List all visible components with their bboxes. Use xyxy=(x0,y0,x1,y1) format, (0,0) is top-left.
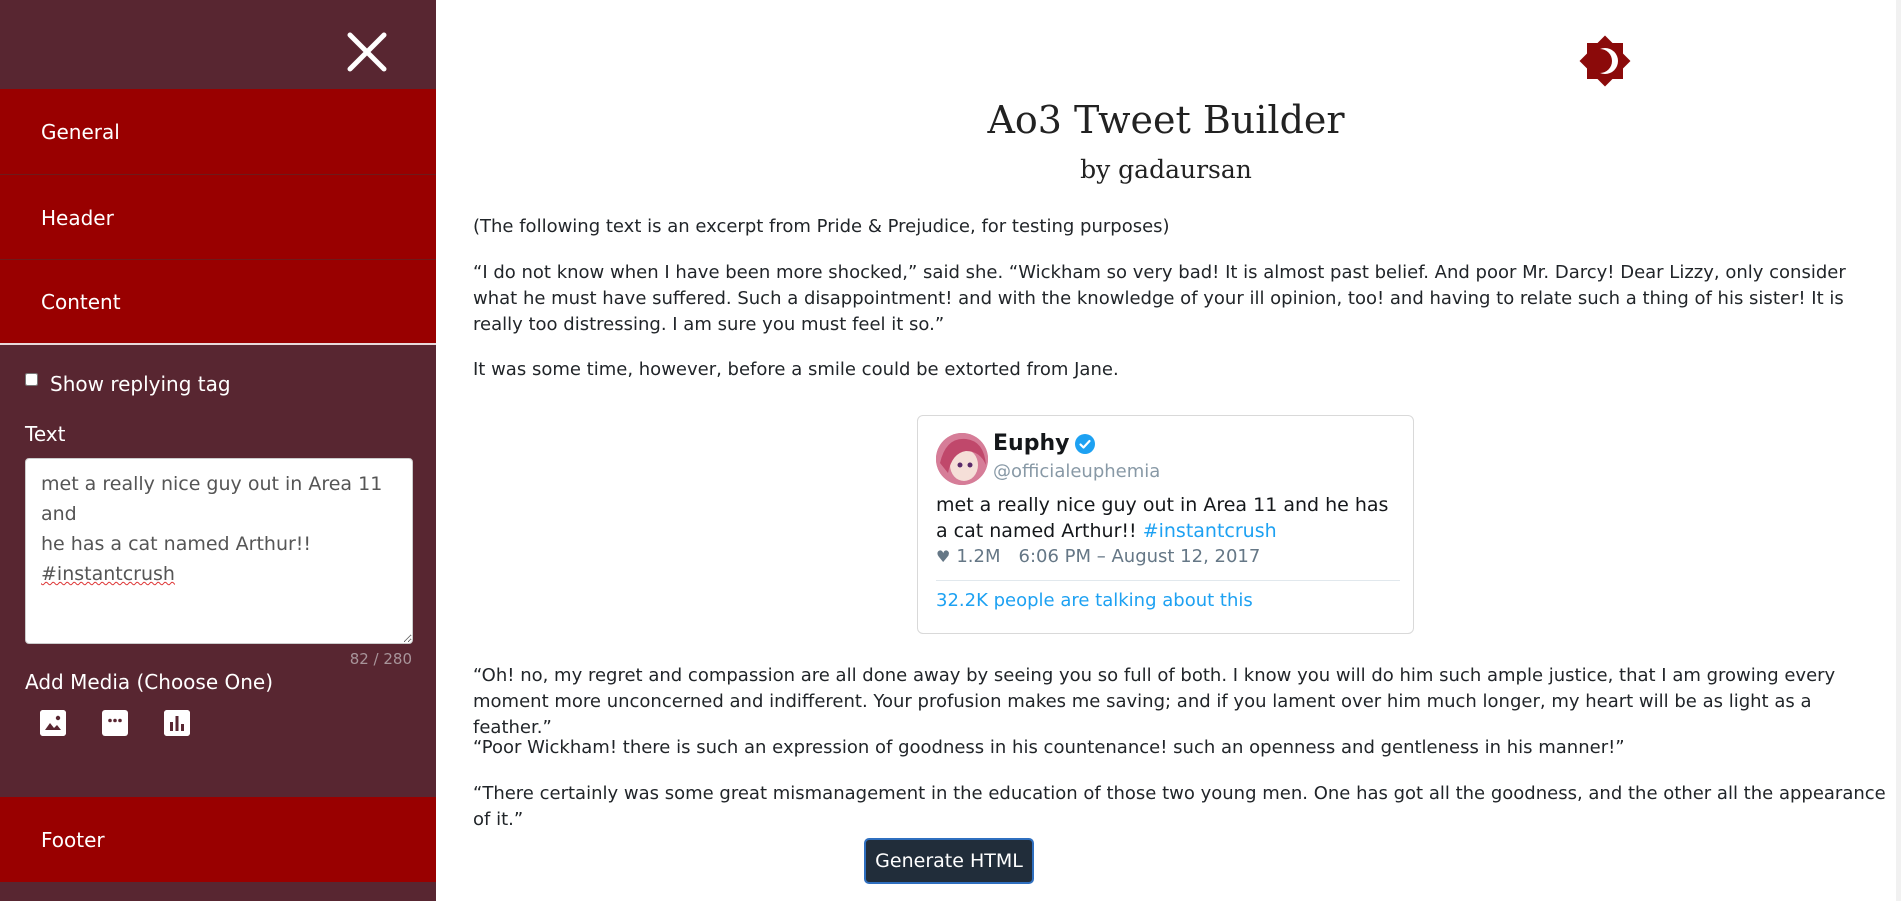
paragraph: (The following text is an excerpt from P… xyxy=(473,216,1170,237)
theme-toggle-button[interactable] xyxy=(1576,32,1634,90)
nav-general-label: General xyxy=(41,119,120,144)
quote-icon xyxy=(104,712,126,734)
heart-icon: ♥ xyxy=(936,547,951,566)
paragraph: It was some time, however, before a smil… xyxy=(473,359,1119,380)
tweet-card: Euphy @officialeuphemia met a really nic… xyxy=(917,415,1414,634)
nav-content-label: Content xyxy=(41,289,121,314)
page-subtitle: by gadaursan xyxy=(1080,155,1252,184)
avatar xyxy=(936,433,988,485)
generate-html-button[interactable]: Generate HTML xyxy=(864,838,1034,884)
verified-icon xyxy=(1075,433,1096,454)
nav-footer[interactable]: Footer xyxy=(0,797,436,882)
tweet-author-name: Euphy xyxy=(993,431,1096,456)
nav-header-label: Header xyxy=(41,205,114,230)
tweet-text: met a really nice guy out in Area 11 and… xyxy=(936,492,1396,544)
nav-footer-label: Footer xyxy=(41,827,105,852)
text-line-hashtag: #instantcrush xyxy=(41,563,175,585)
image-icon xyxy=(40,710,66,736)
char-counter: 82 / 280 xyxy=(349,650,412,668)
sidebar: General Header Content Show replying tag… xyxy=(0,0,436,901)
close-icon xyxy=(347,32,387,72)
text-line: he has a cat named Arthur!! xyxy=(41,533,312,555)
divider xyxy=(936,580,1400,581)
text-line: met a really nice guy out in Area 11 and xyxy=(41,473,383,525)
add-quote-button[interactable] xyxy=(102,710,128,736)
add-poll-button[interactable] xyxy=(164,710,190,736)
scrollbar[interactable] xyxy=(1896,0,1901,901)
avatar-image xyxy=(936,433,988,485)
add-image-button[interactable] xyxy=(40,710,66,736)
replying-tag-option[interactable]: Show replying tag xyxy=(25,372,231,396)
tweet-text-input[interactable]: met a really nice guy out in Area 11 and… xyxy=(25,458,413,644)
dark-mode-icon xyxy=(1579,35,1631,87)
tweet-timestamp: 6:06 PM – August 12, 2017 xyxy=(1018,546,1261,567)
paragraph: “Poor Wickham! there is such an expressi… xyxy=(473,737,1625,758)
paragraph: “Oh! no, my regret and compassion are al… xyxy=(473,665,1836,738)
nav-general[interactable]: General xyxy=(0,89,436,174)
tweet-meta: ♥ 1.2M 6:06 PM – August 12, 2017 xyxy=(936,546,1260,567)
nav-header[interactable]: Header xyxy=(0,175,436,260)
like-count: 1.2M xyxy=(956,546,1001,567)
paragraph: “I do not know when I have been more sho… xyxy=(473,262,1846,335)
page-title: Ao3 Tweet Builder xyxy=(987,98,1345,142)
replying-tag-label: Show replying tag xyxy=(50,372,231,396)
author-name: Euphy xyxy=(993,431,1070,456)
replying-tag-checkbox[interactable] xyxy=(25,372,38,386)
main-content: Ao3 Tweet Builder by gadaursan (The foll… xyxy=(436,0,1901,901)
tweet-hashtag[interactable]: #instantcrush xyxy=(1143,520,1277,542)
text-label: Text xyxy=(25,422,66,446)
media-label: Add Media (Choose One) xyxy=(25,670,274,694)
nav-content[interactable]: Content xyxy=(0,260,436,343)
tweet-handle: @officialeuphemia xyxy=(993,461,1161,482)
poll-icon xyxy=(164,710,190,736)
paragraph: “There certainly was some great mismanag… xyxy=(473,783,1886,830)
active-section-underline xyxy=(0,343,436,345)
close-sidebar-button[interactable] xyxy=(345,30,389,74)
talking-link[interactable]: 32.2K people are talking about this xyxy=(936,590,1253,611)
media-options xyxy=(40,710,190,736)
